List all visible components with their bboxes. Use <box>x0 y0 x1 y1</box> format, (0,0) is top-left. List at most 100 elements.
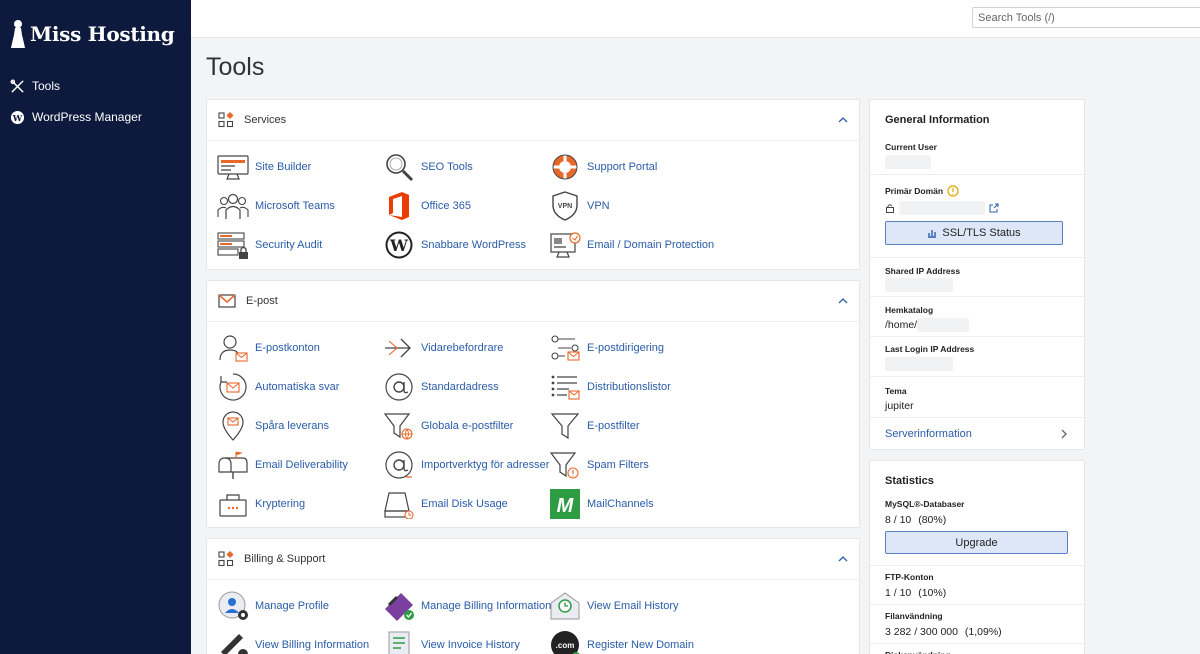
file-usage-percent: (1,09%) <box>964 626 1002 638</box>
bar-chart-icon <box>928 230 937 238</box>
tool-register-new-domain[interactable]: .com Register New Domain <box>548 630 694 654</box>
ftp-accounts-percent: (10%) <box>918 587 947 599</box>
tool-label: Email Disk Usage <box>421 498 508 510</box>
epost-panel-header[interactable]: E-post <box>207 281 859 322</box>
tool-distributionslistor[interactable]: Distributionslistor <box>548 372 671 402</box>
chevron-up-icon[interactable] <box>837 553 849 565</box>
tool-mailchannels[interactable]: M MailChannels <box>548 489 654 519</box>
current-user-label: Current User <box>885 142 937 152</box>
external-link-icon[interactable] <box>989 203 999 213</box>
tool-standardadress[interactable]: Standardadress <box>382 372 499 402</box>
tool-importverktyg[interactable]: Importverktyg för adresser <box>382 450 549 480</box>
tool-automatiska-svar[interactable]: Automatiska svar <box>216 372 339 402</box>
billing-panel-header[interactable]: Billing & Support <box>207 539 859 580</box>
tool-epostkonton[interactable]: E-postkonton <box>216 333 320 363</box>
tool-globala-epostfilter[interactable]: Globala e-postfilter <box>382 411 513 441</box>
lady-silhouette-icon <box>11 20 25 48</box>
home-directory-section: Hemkatalog /home/ <box>870 296 1084 336</box>
shared-ip-value-redacted <box>885 278 953 292</box>
nav-item-wordpress-manager[interactable]: W WordPress Manager <box>10 106 142 128</box>
last-login-ip-value-redacted <box>885 357 953 371</box>
ftp-accounts-section: FTP-Konton 1 / 10 (10%) <box>870 565 1084 604</box>
tool-office-365[interactable]: Office 365 <box>382 191 471 221</box>
tool-view-email-history[interactable]: View Email History <box>548 591 679 621</box>
chevron-up-icon[interactable] <box>837 295 849 307</box>
chevron-right-icon[interactable] <box>1059 428 1069 440</box>
tool-epostdirigering[interactable]: E-postdirigering <box>548 333 664 363</box>
tool-kryptering[interactable]: Kryptering <box>216 489 305 519</box>
disk-usage-label: Diskanvändning <box>885 644 1069 654</box>
at-sign-icon <box>382 372 416 402</box>
lifebuoy-icon <box>548 152 582 182</box>
billing-panel-title: Billing & Support <box>244 553 326 565</box>
general-information-title: General Information <box>885 114 990 126</box>
tool-label: Register New Domain <box>587 639 694 651</box>
billing-info-icon <box>216 630 250 654</box>
server-information-row[interactable]: Serverinformation <box>870 417 1084 450</box>
tool-view-invoice-history[interactable]: View Invoice History <box>382 630 520 654</box>
brand-logo[interactable]: Miss Hosting <box>10 18 175 50</box>
tool-label: E-postkonton <box>255 342 320 354</box>
statistics-title: Statistics <box>885 475 934 487</box>
tool-vidarebefordrare[interactable]: Vidarebefordrare <box>382 333 503 363</box>
services-grid-icon <box>218 112 234 128</box>
home-directory-label: Hemkatalog <box>885 305 934 315</box>
tool-spam-filters[interactable]: Spam Filters <box>548 450 649 480</box>
tool-manage-profile[interactable]: Manage Profile <box>216 591 329 621</box>
tool-email-domain-protection[interactable]: Email / Domain Protection <box>548 230 714 260</box>
upgrade-button[interactable]: Upgrade <box>885 531 1068 554</box>
tool-label: Email Deliverability <box>255 459 348 471</box>
tool-view-billing-information[interactable]: View Billing Information <box>216 630 369 654</box>
tool-label: View Billing Information <box>255 639 370 651</box>
credit-card-icon <box>382 591 416 621</box>
tool-label: E-postdirigering <box>587 342 665 354</box>
general-information-card: General Information Current User Primär … <box>869 99 1085 450</box>
nav-item-label: Tools <box>32 79 61 93</box>
tool-label: Manage Billing Information <box>421 600 552 612</box>
info-circle-icon[interactable] <box>947 185 959 197</box>
svg-text:W: W <box>12 112 23 122</box>
tool-email-deliverability[interactable]: Email Deliverability <box>216 450 348 480</box>
ssl-tls-status-button[interactable]: SSL/TLS Status <box>885 221 1063 245</box>
search-tools-input[interactable] <box>972 7 1200 28</box>
sidebar: Miss Hosting Tools W WordPress Manager <box>0 0 191 654</box>
svg-text:VPN: VPN <box>558 203 572 210</box>
services-panel-title: Services <box>244 114 287 126</box>
encryption-icon <box>216 489 250 519</box>
tool-label: E-postfilter <box>587 420 640 432</box>
server-information-link[interactable]: Serverinformation <box>885 428 972 440</box>
tool-manage-billing-information[interactable]: Manage Billing Information <box>382 591 551 621</box>
wordpress-icon: W <box>10 110 25 124</box>
tool-label: Standardadress <box>421 381 499 393</box>
tool-epostfilter[interactable]: E-postfilter <box>548 411 640 441</box>
email-routing-icon <box>548 333 582 363</box>
site-builder-icon <box>216 152 250 182</box>
services-panel-header[interactable]: Services <box>207 100 859 141</box>
shared-ip-label: Shared IP Address <box>885 266 961 276</box>
chevron-up-icon[interactable] <box>837 114 849 126</box>
tool-microsoft-teams[interactable]: Microsoft Teams <box>216 191 335 221</box>
tool-email-disk-usage[interactable]: Email Disk Usage <box>382 489 508 519</box>
tool-security-audit[interactable]: Security Audit <box>216 230 322 260</box>
dotcom-domain-icon: .com <box>548 630 582 654</box>
filter-funnel-icon <box>548 411 582 441</box>
nav-item-label: WordPress Manager <box>32 110 142 124</box>
tool-seo-tools[interactable]: SEO Tools <box>382 152 473 182</box>
disk-usage-section: Diskanvändning <box>870 643 1084 654</box>
tool-support-portal[interactable]: Support Portal <box>548 152 657 182</box>
tool-snabbare-wordpress[interactable]: W Snabbare WordPress <box>382 230 526 260</box>
mailchannels-logo-icon: M <box>548 489 582 519</box>
file-usage-value: 3 282 / 300 000 <box>885 626 958 638</box>
tool-label: Security Audit <box>255 239 323 251</box>
invoice-icon <box>382 630 416 654</box>
upgrade-button-label: Upgrade <box>955 536 998 549</box>
mysql-databases-value: 8 / 10 <box>885 514 912 526</box>
nav-item-tools[interactable]: Tools <box>10 75 60 97</box>
tool-label: Support Portal <box>587 161 658 173</box>
autoresponder-icon <box>216 372 250 402</box>
tool-vpn[interactable]: VPN VPN <box>548 191 610 221</box>
svg-text:W: W <box>389 236 409 255</box>
tool-spara-leverans[interactable]: Spåra leverans <box>216 411 329 441</box>
tool-label: Microsoft Teams <box>255 200 335 212</box>
tool-site-builder[interactable]: Site Builder <box>216 152 311 182</box>
